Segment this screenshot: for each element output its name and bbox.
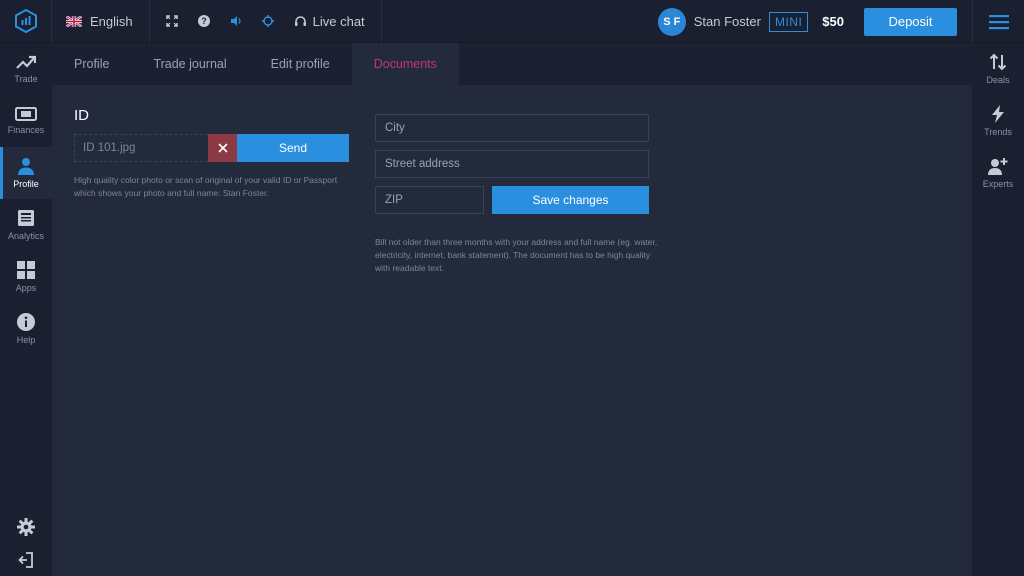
menu-button[interactable] xyxy=(972,0,1024,43)
documents-panel: ID ID 101.jpg Send High quality color ph… xyxy=(52,85,972,576)
sidebar-item-experts[interactable]: Experts xyxy=(972,147,1024,199)
save-changes-button[interactable]: Save changes xyxy=(492,186,649,214)
toolbar: ? Live chat xyxy=(150,0,382,43)
right-sidebar: Deals Trends Experts xyxy=(972,43,1024,576)
sidebar-item-label: Help xyxy=(16,335,36,345)
zip-input[interactable]: ZIP xyxy=(375,186,484,214)
sidebar-item-finances[interactable]: Finances xyxy=(0,95,52,147)
account-area: S F Stan Foster MINI $50 Deposit xyxy=(657,0,1024,43)
street-address-input[interactable]: Street address xyxy=(375,150,649,178)
fullscreen-icon[interactable] xyxy=(165,15,178,27)
sidebar-item-label: Profile xyxy=(13,179,39,189)
headset-icon xyxy=(294,15,306,26)
sidebar-bottom xyxy=(0,518,52,568)
svg-text:?: ? xyxy=(201,16,207,26)
trend-up-icon xyxy=(16,55,36,69)
banknote-icon xyxy=(15,107,37,121)
sidebar-item-deals[interactable]: Deals xyxy=(972,43,1024,95)
settings-gear-icon[interactable] xyxy=(17,518,35,536)
id-section-title: ID xyxy=(74,107,89,124)
sidebar-item-profile[interactable]: Profile xyxy=(0,147,52,199)
add-user-icon xyxy=(988,158,1008,175)
language-selector[interactable]: English xyxy=(52,0,150,43)
crosshair-icon[interactable] xyxy=(261,15,274,27)
help-question-icon[interactable]: ? xyxy=(197,15,210,27)
id-upload-note: High quality color photo or scan of orig… xyxy=(74,175,338,198)
close-icon xyxy=(217,143,228,153)
user-name[interactable]: Stan Foster xyxy=(694,14,761,29)
language-label: English xyxy=(90,13,133,29)
sidebar-item-label: Finances xyxy=(7,125,45,135)
lightning-icon xyxy=(992,105,1004,123)
sidebar-item-label: Trade xyxy=(14,74,38,84)
city-input[interactable]: City xyxy=(375,114,649,142)
tab-edit-profile[interactable]: Edit profile xyxy=(249,43,352,85)
sidebar-item-apps[interactable]: Apps xyxy=(0,251,52,303)
swap-vertical-icon xyxy=(989,53,1007,71)
remove-file-button[interactable] xyxy=(208,134,237,162)
deposit-button[interactable]: Deposit xyxy=(864,7,957,36)
logo[interactable] xyxy=(0,0,52,43)
balance: $50 xyxy=(822,14,844,29)
uk-flag-icon xyxy=(66,15,82,27)
sound-icon[interactable] xyxy=(230,15,242,27)
live-chat-button[interactable]: Live chat xyxy=(294,14,365,29)
logout-icon[interactable] xyxy=(18,552,34,568)
profile-tabs: Profile Trade journal Edit profile Docum… xyxy=(52,43,972,85)
avatar[interactable]: S F xyxy=(657,7,686,36)
id-file-field[interactable]: ID 101.jpg xyxy=(74,134,208,162)
account-type-badge[interactable]: MINI xyxy=(768,11,809,32)
newspaper-icon xyxy=(18,210,34,226)
sidebar-item-trade[interactable]: Trade xyxy=(0,43,52,95)
info-icon xyxy=(17,313,35,331)
sidebar-item-label: Analytics xyxy=(7,231,44,241)
tab-documents[interactable]: Documents xyxy=(351,43,459,85)
id-upload-row: ID 101.jpg Send xyxy=(74,134,349,162)
grid-icon xyxy=(17,261,35,279)
sidebar-item-label: Experts xyxy=(982,179,1014,189)
user-icon xyxy=(18,158,34,175)
live-chat-label: Live chat xyxy=(312,13,365,29)
sidebar-item-label: Apps xyxy=(15,283,37,293)
sidebar-item-analytics[interactable]: Analytics xyxy=(0,199,52,251)
sidebar-item-label: Deals xyxy=(986,75,1010,85)
address-note: Bill not older than three months with yo… xyxy=(375,237,658,273)
logo-icon xyxy=(14,8,37,34)
sidebar-item-label: Trends xyxy=(984,127,1012,137)
tab-profile[interactable]: Profile xyxy=(52,43,131,85)
left-sidebar: Trade Finances Profile Analytics Apps He… xyxy=(0,43,52,576)
send-button[interactable]: Send xyxy=(237,134,349,162)
hamburger-icon xyxy=(988,14,1009,29)
sidebar-item-help[interactable]: Help xyxy=(0,303,52,355)
top-bar: English ? Live chat S F Stan Foster MINI… xyxy=(0,0,1024,43)
tab-trade-journal[interactable]: Trade journal xyxy=(131,43,248,85)
sidebar-item-trends[interactable]: Trends xyxy=(972,95,1024,147)
